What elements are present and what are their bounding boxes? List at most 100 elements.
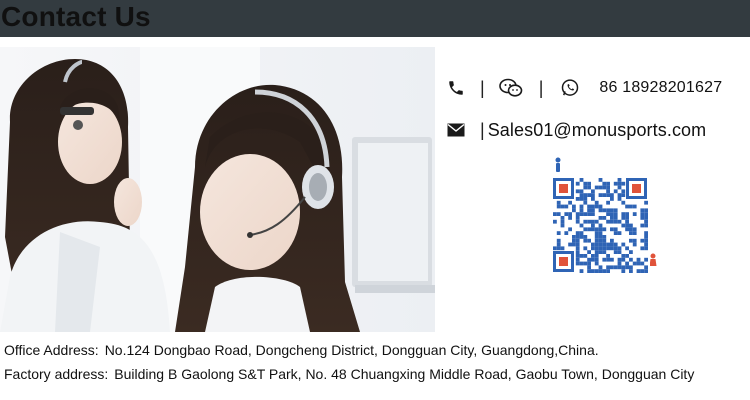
qr-module	[594, 200, 599, 205]
separator: |	[480, 77, 485, 98]
qr-module	[629, 257, 633, 262]
qr-module	[644, 242, 648, 247]
qr-module	[591, 223, 595, 228]
qr-module	[606, 200, 610, 205]
qr-module	[625, 246, 629, 251]
person-icon-top	[555, 157, 561, 172]
qr-module	[587, 185, 591, 190]
qr-module	[606, 269, 610, 273]
qr-module	[594, 231, 599, 235]
qr-module	[598, 250, 603, 254]
qr-module	[587, 250, 591, 254]
qr-module	[587, 193, 591, 197]
qr-module	[591, 212, 595, 216]
qr-module	[560, 216, 565, 220]
qr-module	[598, 193, 603, 197]
qr-module	[575, 246, 580, 251]
phone-number[interactable]: 86 18928201627	[599, 79, 722, 97]
qr-module	[613, 242, 618, 247]
whatsapp-icon	[559, 77, 581, 99]
qr-module	[591, 197, 595, 201]
qr-module	[613, 216, 618, 220]
qr-module	[617, 181, 622, 186]
qr-module	[587, 204, 591, 209]
qr-module	[598, 227, 603, 232]
qr-module	[579, 235, 584, 239]
qr-module	[591, 254, 595, 258]
qr-module	[606, 257, 610, 262]
qr-module	[572, 208, 576, 213]
qr-module	[602, 193, 607, 197]
qr-module	[621, 269, 626, 273]
qr-module	[575, 254, 580, 258]
qr-module	[591, 227, 595, 232]
qr-module	[625, 216, 629, 220]
email-row: | Sales01@monusports.com	[446, 117, 706, 143]
qr-module	[636, 257, 641, 262]
qr-module	[606, 246, 610, 251]
qr-module	[625, 265, 629, 270]
qr-module	[621, 200, 626, 205]
email-link[interactable]: Sales01@monusports.com	[488, 120, 707, 141]
qr-module	[572, 242, 576, 247]
office-address-label: Office Address:	[4, 342, 99, 358]
qr-module	[568, 200, 572, 205]
qr-module	[617, 197, 622, 201]
qr-module	[632, 242, 637, 247]
qr-module	[602, 242, 607, 247]
qr-module	[591, 204, 595, 209]
qr-module	[575, 250, 580, 254]
qr-module	[594, 242, 599, 247]
qr-module	[613, 265, 618, 270]
qr-module	[644, 212, 648, 216]
qr-module	[591, 219, 595, 224]
page-title: Contact Us	[1, 1, 151, 32]
qr-module	[629, 265, 633, 270]
qr-module	[598, 238, 603, 243]
qr-finder-bl	[553, 251, 574, 272]
qr-module	[602, 250, 607, 254]
qr-module	[625, 219, 629, 224]
office-address-value: No.124 Dongbao Road, Dongcheng District,…	[104, 342, 599, 358]
qr-module	[602, 238, 607, 243]
qr-module	[575, 242, 580, 247]
qr-module	[583, 185, 588, 190]
qr-module	[610, 227, 614, 232]
qr-module	[621, 257, 626, 262]
qr-module	[598, 223, 603, 228]
qr-module	[591, 208, 595, 213]
qr-module	[575, 189, 580, 194]
phone-row: | | 86 18928201627	[446, 75, 722, 101]
qr-module	[598, 185, 603, 190]
qr-module	[632, 212, 637, 216]
qr-module	[587, 208, 591, 213]
qr-module	[583, 212, 588, 216]
qr-module	[583, 235, 588, 239]
qr-module	[594, 269, 599, 273]
qr-module	[644, 238, 648, 243]
qr-module	[644, 208, 648, 213]
qr-module	[606, 193, 610, 197]
qr-module	[610, 212, 614, 216]
qr-module	[625, 223, 629, 228]
qr-module	[617, 178, 622, 182]
header-bar: Contact Us	[0, 0, 750, 37]
qr-module	[579, 208, 584, 213]
qr-module	[583, 200, 588, 205]
separator: |	[480, 119, 485, 140]
qr-module	[564, 212, 569, 216]
qr-module	[644, 231, 648, 235]
qr-module	[572, 235, 576, 239]
qr-module	[617, 246, 622, 251]
qr-module	[613, 212, 618, 216]
qr-module	[625, 227, 629, 232]
qr-module	[579, 189, 584, 194]
qr-module	[629, 223, 633, 228]
qr-module	[621, 216, 626, 220]
qr-module	[556, 242, 561, 247]
qr-module	[644, 265, 648, 270]
qr-module	[575, 235, 580, 239]
qr-module	[617, 250, 622, 254]
qr-module	[610, 219, 614, 224]
qr-module	[591, 242, 595, 247]
